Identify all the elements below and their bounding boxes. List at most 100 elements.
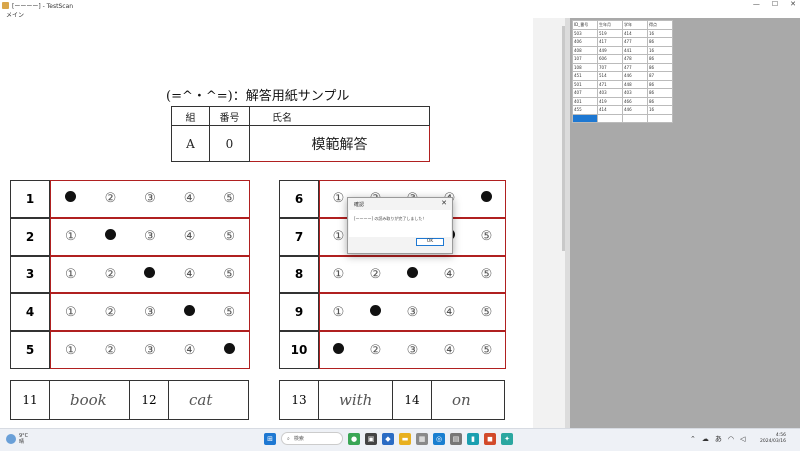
minimize-button[interactable]: — <box>753 0 760 8</box>
table-cell[interactable]: 87 <box>647 71 673 81</box>
dialog-close-button[interactable]: ✕ <box>441 199 447 207</box>
table-cell[interactable]: 441 <box>622 45 648 55</box>
table-cell[interactable]: 417 <box>597 37 623 47</box>
table-row[interactable]: 108 707 477 86 <box>572 62 673 72</box>
table-row[interactable]: 107 606 478 86 <box>572 54 673 64</box>
table-row[interactable]: 407 403 403 86 <box>572 88 673 98</box>
filled-dot <box>104 229 116 241</box>
table-cell[interactable]: 519 <box>597 28 623 38</box>
column-header[interactable]: 学年 <box>622 20 648 30</box>
wifi-icon[interactable]: ◠ <box>728 435 734 443</box>
photos-icon[interactable]: ▦ <box>416 432 428 445</box>
table-row[interactable]: 503 519 414 16 <box>572 28 673 38</box>
column-header[interactable]: ID_番号 <box>572 20 598 30</box>
table-cell[interactable]: 16 <box>647 45 673 55</box>
store-icon[interactable]: ◆ <box>382 432 394 445</box>
edge-icon[interactable]: ◎ <box>433 432 445 445</box>
cloud-icon[interactable]: ☁ <box>702 435 709 443</box>
table-cell[interactable]: 414 <box>622 28 648 38</box>
table-cell[interactable]: 451 <box>572 71 598 81</box>
table-cell[interactable]: 108 <box>572 62 598 72</box>
folder-icon[interactable]: ▬ <box>399 432 411 445</box>
table-cell[interactable]: 449 <box>597 45 623 55</box>
volume-icon[interactable]: ◁ <box>740 435 745 443</box>
ime-indicator[interactable]: あ <box>715 434 722 444</box>
question-number: 2 <box>10 217 50 256</box>
taskbar-search[interactable]: ⌕ 検索 <box>281 432 343 445</box>
table-cell[interactable]: 707 <box>597 62 623 72</box>
table-cell[interactable]: 16 <box>647 105 673 115</box>
menu-bar: メイン <box>0 10 800 19</box>
table-cell[interactable]: 514 <box>597 71 623 81</box>
column-header[interactable]: 得点 <box>647 20 673 30</box>
choice-bubble: ① <box>64 304 77 320</box>
table-row[interactable]: 401 419 466 86 <box>572 96 673 106</box>
table-cell[interactable]: 16 <box>647 28 673 38</box>
table-cell[interactable]: 407 <box>572 88 598 98</box>
chrome-icon[interactable]: ● <box>348 432 360 445</box>
table-cell[interactable]: 107 <box>572 54 598 64</box>
results-table[interactable]: ID_番号 生年月 学年 得点 503 519 414 16 406 417 477 86 40… <box>572 20 673 123</box>
table-cell[interactable]: 403 <box>622 88 648 98</box>
document-scrollbar[interactable] <box>533 18 565 428</box>
table-cell[interactable]: 86 <box>647 88 673 98</box>
filled-dot <box>223 342 235 354</box>
app-icon-teal[interactable]: ▮ <box>467 432 479 445</box>
dialog-ok-button[interactable]: OK <box>416 238 444 246</box>
chevron-up-icon[interactable]: ⌃ <box>690 435 696 443</box>
table-cell[interactable]: 86 <box>647 62 673 72</box>
answer-choices: ② ③ ④ ⑤ <box>50 180 250 218</box>
table-cell[interactable] <box>622 113 648 123</box>
table-cell[interactable]: 477 <box>622 37 648 47</box>
table-cell[interactable]: 446 <box>622 105 648 115</box>
table-cell[interactable]: 408 <box>572 45 598 55</box>
table-row[interactable]: 408 449 441 16 <box>572 45 673 55</box>
table-cell[interactable] <box>647 113 673 123</box>
table-cell[interactable]: 403 <box>597 88 623 98</box>
column-header[interactable]: 生年月 <box>597 20 623 30</box>
start-icon[interactable]: ⊞ <box>264 432 276 445</box>
table-row[interactable]: 406 417 477 86 <box>572 37 673 47</box>
table-cell[interactable]: 86 <box>647 79 673 89</box>
table-cell[interactable]: 86 <box>647 37 673 47</box>
table-cell[interactable]: 406 <box>572 37 598 47</box>
table-row[interactable]: 455 414 446 16 <box>572 105 673 115</box>
choice-bubble: ④ <box>183 266 196 282</box>
clock[interactable]: 4:56 2024/03/16 <box>760 433 786 445</box>
table-cell[interactable]: 414 <box>597 105 623 115</box>
table-row[interactable]: 451 514 446 87 <box>572 71 673 81</box>
maximize-button[interactable]: ☐ <box>772 0 778 8</box>
table-cell[interactable]: 478 <box>622 54 648 64</box>
table-cell[interactable]: 471 <box>597 79 623 89</box>
app-window: [ーーーー] - TestScan — ☐ ✕ メイン (=^・^=)：解答用紙… <box>0 0 800 451</box>
weather-desc: 晴 <box>19 439 25 445</box>
table-cell[interactable]: 501 <box>572 79 598 89</box>
weather-widget[interactable]: 9°C 晴 <box>6 433 28 445</box>
table-cell[interactable]: 455 <box>572 105 598 115</box>
answer-sheet-document[interactable]: (=^・^=)：解答用紙サンプル 組 番号 氏名 A 0 模範解答 1②③④⑤2… <box>0 18 533 428</box>
calculator-icon[interactable]: ▤ <box>450 432 462 445</box>
answer-choices: ① ② ③ ⑤ <box>50 293 250 332</box>
task-view-icon[interactable]: ▣ <box>365 432 377 445</box>
table-cell[interactable]: 503 <box>572 28 598 38</box>
table-cell[interactable]: 446 <box>622 71 648 81</box>
close-button[interactable]: ✕ <box>790 0 796 8</box>
table-cell[interactable]: 606 <box>597 54 623 64</box>
table-cell[interactable]: 466 <box>622 96 648 106</box>
table-row[interactable]: 501 471 448 86 <box>572 79 673 89</box>
table-cell[interactable] <box>572 113 598 123</box>
table-row[interactable] <box>572 113 673 123</box>
search-icon: ⌕ <box>287 435 290 442</box>
table-cell[interactable] <box>597 113 623 123</box>
table-cell[interactable]: 401 <box>572 96 598 106</box>
table-cell[interactable]: 448 <box>622 79 648 89</box>
office-icon[interactable]: ◼ <box>484 432 496 445</box>
table-cell[interactable]: 86 <box>647 96 673 106</box>
table-cell[interactable]: 419 <box>597 96 623 106</box>
question-number: 4 <box>10 293 50 332</box>
table-cell[interactable]: 86 <box>647 54 673 64</box>
choice-bubble: ② <box>369 342 382 358</box>
table-cell[interactable]: 477 <box>622 62 648 72</box>
app-icon-green[interactable]: ✦ <box>501 432 513 445</box>
choice-bubble: ⑤ <box>480 266 493 282</box>
